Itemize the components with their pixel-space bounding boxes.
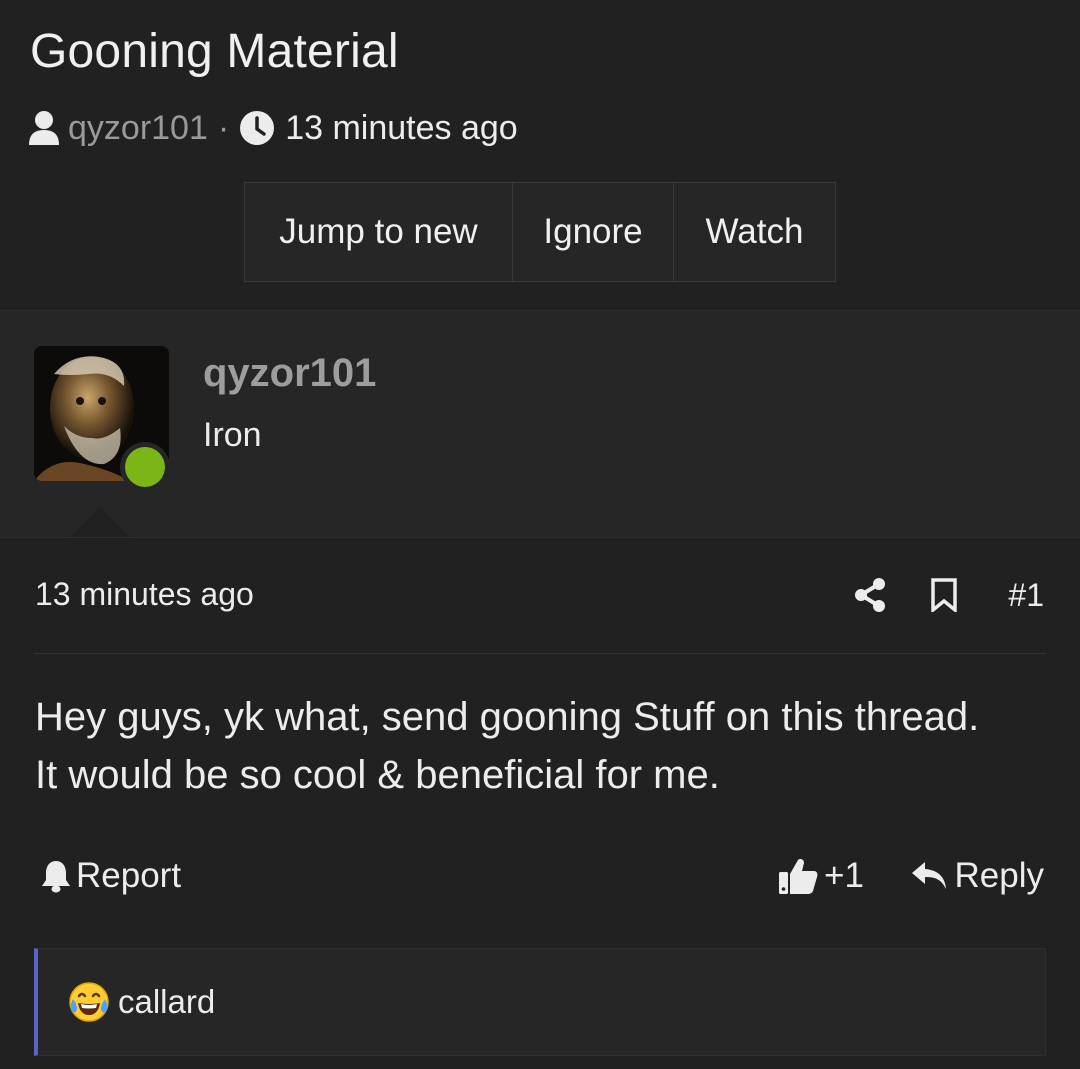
- post: 13 minutes ago #1 Hey guys, yk what, sen…: [0, 537, 1080, 1069]
- post-divider: [34, 653, 1046, 654]
- clock-icon: [239, 110, 275, 146]
- thumbs-up-icon: [778, 856, 818, 896]
- reactions-list: callard: [68, 981, 215, 1023]
- like-count: +1: [824, 856, 864, 895]
- reply-icon: [911, 860, 947, 892]
- post-footer: Report +1 Reply: [0, 850, 1080, 906]
- reply-label: Reply: [954, 856, 1044, 895]
- thread-author-link[interactable]: qyzor101: [68, 109, 208, 148]
- online-status-indicator: [120, 442, 170, 492]
- reply-button[interactable]: Reply: [911, 856, 1044, 896]
- post-body-line: Hey guys, yk what, send gooning Stuff on…: [35, 695, 980, 739]
- meta-separator: ·: [217, 108, 230, 147]
- thread-title: Gooning Material: [30, 25, 399, 78]
- reaction-users[interactable]: callard: [118, 983, 215, 1021]
- reactions-bar[interactable]: callard: [34, 948, 1046, 1056]
- post-number-link[interactable]: #1: [1008, 577, 1044, 614]
- card-pointer-arrow: [70, 507, 130, 537]
- thread-meta: qyzor101 · 13 minutes ago: [28, 106, 518, 150]
- thread-header: Gooning Material qyzor101 · 13 minutes a…: [0, 0, 1080, 310]
- jump-to-new-button[interactable]: Jump to new: [245, 183, 513, 281]
- post-user-card: qyzor101 Iron: [0, 311, 1080, 537]
- laughing-crying-emoji-icon: [68, 981, 110, 1023]
- thread-time[interactable]: 13 minutes ago: [285, 109, 518, 148]
- user-icon: [28, 110, 60, 146]
- post-time[interactable]: 13 minutes ago: [35, 576, 254, 613]
- post-username[interactable]: qyzor101: [203, 351, 376, 396]
- user-title: Iron: [203, 416, 262, 454]
- share-icon[interactable]: [854, 578, 886, 612]
- watch-button[interactable]: Watch: [674, 183, 835, 281]
- post-body: Hey guys, yk what, send gooning Stuff on…: [35, 688, 1045, 804]
- report-label: Report: [76, 856, 182, 895]
- like-button[interactable]: +1: [778, 856, 864, 896]
- bell-icon: [40, 859, 72, 893]
- thread-button-group: Jump to new Ignore Watch: [244, 182, 836, 282]
- report-button[interactable]: Report: [40, 856, 181, 896]
- bookmark-icon[interactable]: [930, 578, 958, 612]
- post-body-line: It would be so cool & beneficial for me.: [35, 753, 720, 797]
- ignore-button[interactable]: Ignore: [513, 183, 674, 281]
- post-top-actions: #1: [854, 570, 1044, 620]
- avatar-container[interactable]: [34, 346, 170, 492]
